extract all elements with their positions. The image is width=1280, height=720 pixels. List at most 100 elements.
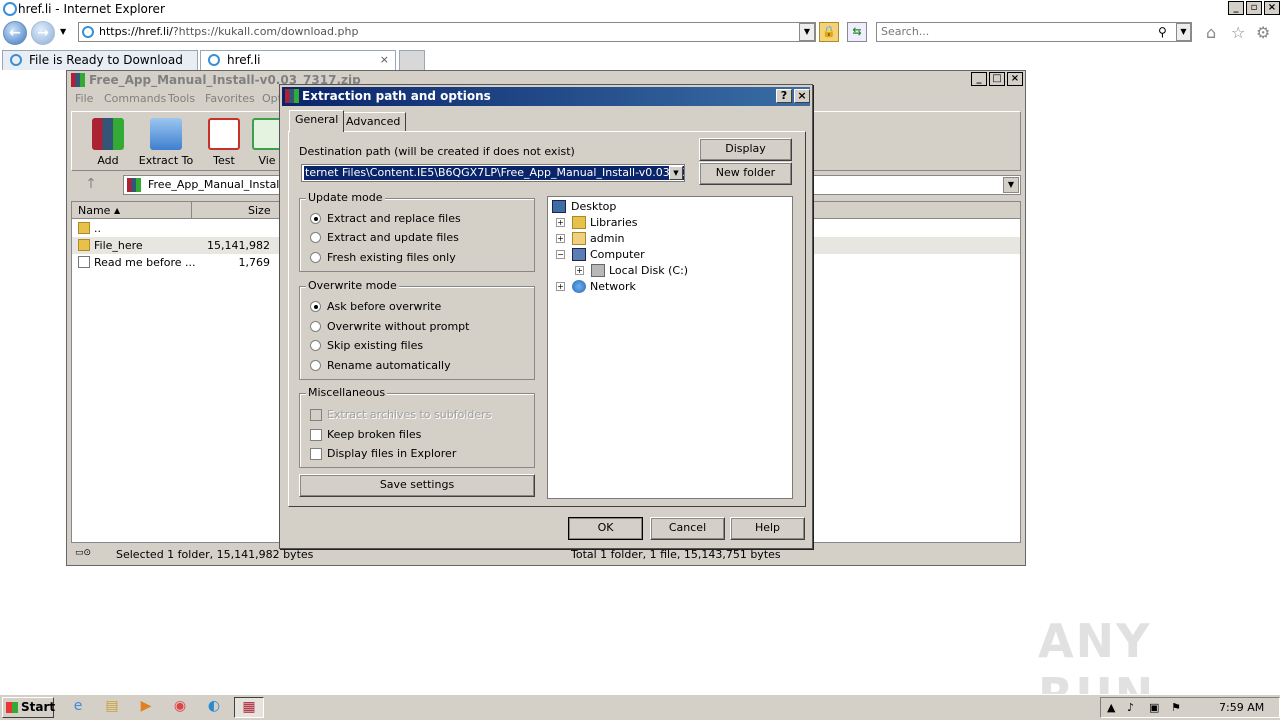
new-folder-button[interactable]: New folder (699, 162, 792, 185)
address-input[interactable]: https://href.li/?https://kukall.com/down… (78, 22, 816, 42)
taskbar-ie-icon[interactable]: e (64, 697, 92, 718)
start-label: Start (21, 700, 56, 714)
menu-commands[interactable]: Commands (104, 92, 166, 105)
taskbar-explorer-icon[interactable]: ▤ (98, 697, 126, 718)
collapse-icon[interactable]: − (556, 250, 565, 259)
add-archive-icon (92, 118, 124, 150)
expand-icon[interactable]: + (556, 282, 565, 291)
file-size: 1,769 (238, 256, 271, 269)
dialog-title-bar: Extraction path and options ? × (282, 87, 810, 106)
page-favicon-icon (82, 26, 94, 38)
help-button[interactable]: Help (730, 517, 805, 540)
dialog-title: Extraction path and options (302, 89, 491, 103)
ie-tab-strip: File is Ready to Download href.li × (0, 48, 1280, 70)
toolbar-add-button[interactable]: Add (78, 118, 138, 167)
lock-icon[interactable]: 🔒 (819, 22, 839, 42)
tab-close-icon[interactable]: × (380, 51, 389, 69)
home-icon[interactable]: ⌂ (1206, 23, 1216, 42)
tree-label: Libraries (590, 216, 638, 229)
close-button[interactable]: × (1264, 1, 1280, 15)
folder-icon (78, 239, 90, 251)
tab-advanced[interactable]: Advanced (340, 112, 407, 132)
refresh-icon[interactable]: ⇆ (847, 22, 867, 42)
action-center-flag-icon[interactable]: ⚑ (1171, 701, 1181, 714)
column-name[interactable]: Name (78, 204, 110, 217)
misc-group: Miscellaneous Extract archives to subfol… (299, 386, 535, 468)
column-size[interactable]: Size (248, 204, 271, 217)
taskbar-edge-icon[interactable]: ◐ (200, 697, 228, 718)
extract-to-icon (150, 118, 182, 150)
address-dropdown-icon[interactable]: ▼ (799, 23, 815, 41)
misc-label: Miscellaneous (306, 386, 388, 399)
clock[interactable]: 7:59 AM (1219, 701, 1264, 714)
search-dropdown-icon[interactable]: ▼ (1176, 23, 1191, 41)
start-button[interactable]: Start (2, 697, 56, 718)
settings-gear-icon[interactable]: ⚙ (1256, 23, 1270, 42)
checkbox-indicator (310, 429, 322, 441)
network-tray-icon[interactable]: ▣ (1149, 701, 1159, 714)
option-label: Skip existing files (327, 339, 424, 352)
option-label: Extract and replace files (327, 212, 461, 225)
destination-dropdown-icon[interactable]: ▼ (669, 166, 683, 180)
address-host: https://href.li/ (99, 25, 173, 38)
history-dropdown-icon[interactable]: ▼ (60, 27, 66, 36)
tab-file-ready[interactable]: File is Ready to Download (2, 50, 198, 70)
forward-button[interactable]: → (31, 21, 55, 45)
tray-expand-icon[interactable]: ▲ (1107, 701, 1115, 714)
destination-path-combobox[interactable]: ternet Files\Content.IE5\B6QGX7LP\Free_A… (301, 164, 685, 182)
taskbar-winrar-icon[interactable]: ▦ (234, 697, 264, 718)
expand-icon[interactable]: + (556, 218, 565, 227)
expand-icon[interactable]: + (575, 266, 584, 275)
sort-ascending-icon: ▲ (114, 206, 121, 215)
system-tray: ▲ ♪ ▣ ⚑ 7:59 AM (1100, 697, 1280, 718)
search-icon[interactable]: ⚲ (1158, 25, 1167, 39)
restore-button[interactable]: ▫ (1246, 1, 1262, 15)
overwrite-mode-label: Overwrite mode (306, 279, 399, 292)
destination-path-value: ternet Files\Content.IE5\B6QGX7LP\Free_A… (304, 166, 684, 180)
drive-icon[interactable]: ▭⊙ (75, 548, 91, 558)
cancel-button[interactable]: Cancel (650, 517, 725, 540)
dialog-close-icon[interactable]: × (794, 89, 810, 103)
display-button[interactable]: Display (699, 138, 792, 161)
ok-button[interactable]: OK (568, 517, 643, 540)
taskbar: Start e ▤ ▶ ◉ ◐ ▦ ▲ ♪ ▣ ⚑ 7:59 AM (0, 694, 1280, 720)
toolbar-test-button[interactable]: Test (194, 118, 254, 167)
option-label: Ask before overwrite (327, 300, 442, 313)
taskbar-media-player-icon[interactable]: ▶ (132, 697, 160, 718)
volume-icon[interactable]: ♪ (1127, 701, 1134, 714)
taskbar-chrome-icon[interactable]: ◉ (166, 697, 194, 718)
tab-href-li[interactable]: href.li × (200, 50, 396, 70)
winrar-close-button[interactable]: × (1007, 72, 1023, 86)
toolbar-extract-to-button[interactable]: Extract To (136, 118, 196, 167)
toolbar-view-button[interactable]: Vie (252, 118, 282, 167)
menu-tools[interactable]: Tools (168, 92, 195, 105)
option-label: Extract archives to subfolders (327, 408, 492, 421)
menu-file[interactable]: File (75, 92, 93, 105)
archive-icon (127, 178, 141, 192)
tab-favicon-icon (208, 54, 220, 66)
new-tab-button[interactable] (399, 50, 425, 70)
radio-indicator (310, 340, 321, 351)
toolbar-label: Test (213, 154, 235, 167)
tab-general[interactable]: General (289, 110, 345, 132)
expand-icon[interactable]: + (556, 234, 565, 243)
search-input[interactable]: Search... (876, 22, 1192, 42)
ie-logo-icon (3, 2, 17, 16)
save-settings-button[interactable]: Save settings (299, 474, 535, 497)
menu-favorites[interactable]: Favorites (205, 92, 255, 105)
radio-indicator (310, 360, 321, 371)
minimize-button[interactable]: _ (1228, 1, 1244, 15)
dialog-help-icon[interactable]: ? (776, 89, 792, 103)
winrar-minimize-button[interactable]: _ (971, 72, 987, 86)
folder-tree[interactable]: Desktop + Libraries + admin − Computer +… (547, 196, 793, 499)
winrar-maximize-button[interactable]: □ (989, 72, 1005, 86)
libraries-icon (572, 216, 586, 229)
favorites-star-icon[interactable]: ☆ (1231, 23, 1245, 42)
file-name: .. (94, 222, 101, 235)
ie-window-title: href.li - Internet Explorer (18, 2, 165, 16)
tree-label: Local Disk (C:) (609, 264, 689, 277)
path-dropdown-icon[interactable]: ▼ (1003, 177, 1019, 193)
up-folder-icon[interactable]: ↑ (77, 176, 105, 196)
back-button[interactable]: ← (3, 21, 27, 45)
extraction-dialog: Extraction path and options ? × General … (279, 84, 813, 549)
